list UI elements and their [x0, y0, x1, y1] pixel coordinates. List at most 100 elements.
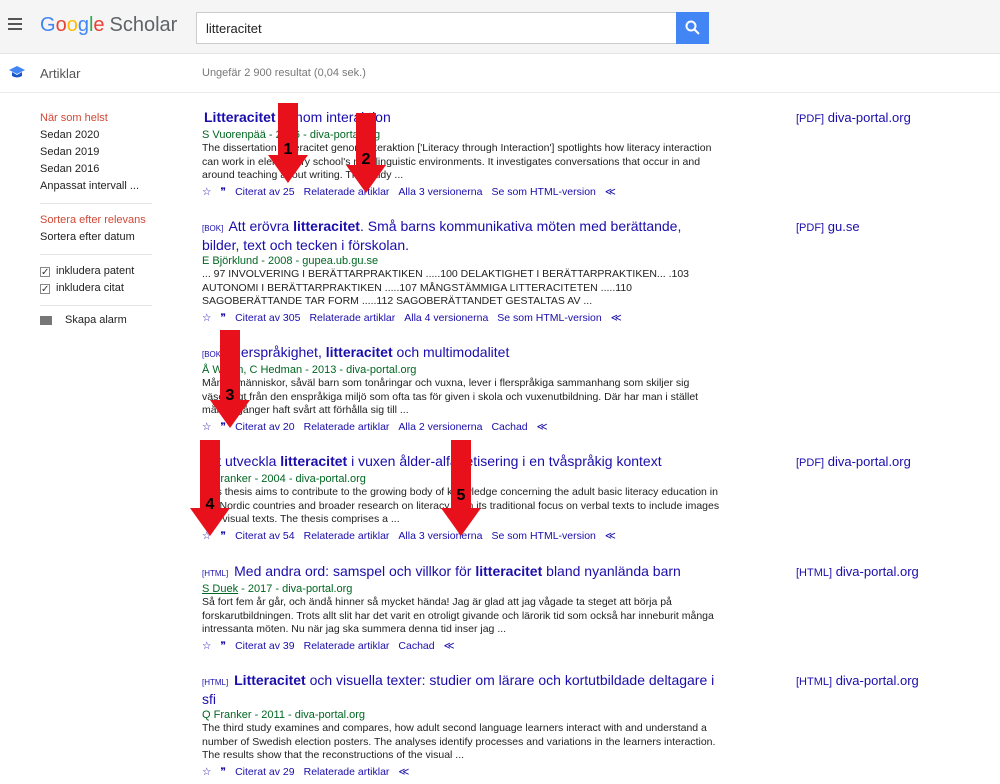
title-text: Flerspråkighet, [229, 344, 326, 360]
section-label[interactable]: Artiklar [40, 66, 80, 81]
cached-link[interactable]: Cachad [398, 640, 434, 652]
result-snippet: Så fort fem år går, och ändå hinner så m… [202, 596, 714, 635]
google-scholar-logo[interactable]: Google Scholar [40, 14, 177, 37]
create-alert-label: Skapa alarm [65, 314, 127, 326]
more-icon[interactable]: ≪ [398, 766, 409, 778]
html-version-link[interactable]: Se som HTML-version [497, 312, 601, 324]
cited-by-link[interactable]: Citerat av 54 [235, 530, 295, 542]
title-keyword: litteracitet [293, 218, 360, 234]
result-title[interactable]: [BOK] Flerspråkighet, litteracitet och m… [202, 344, 722, 363]
sort-by-relevance[interactable]: Sortera efter relevans [40, 212, 170, 229]
menu-icon[interactable] [8, 18, 22, 30]
result-authors: Q Franker - 2011 - diva-portal.org [202, 708, 722, 722]
related-articles-link[interactable]: Relaterade artiklar [304, 421, 390, 433]
checkbox-icon [40, 281, 50, 298]
logo-letter: o [66, 14, 78, 36]
star-icon[interactable]: ☆ [202, 640, 211, 652]
cited-by-link[interactable]: Citerat av 29 [235, 766, 295, 778]
full-text-source: diva-portal.org [835, 673, 919, 688]
star-icon[interactable]: ☆ [202, 186, 211, 198]
all-versions-link[interactable]: Alla 2 versionerna [398, 421, 482, 433]
html-version-link[interactable]: Se som HTML-version [491, 530, 595, 542]
graduation-cap-icon [9, 66, 25, 78]
cite-icon[interactable]: ❞ [220, 766, 226, 778]
result-title[interactable]: [HTML] Litteracitet och visuella texter:… [202, 672, 722, 708]
filter-custom-range[interactable]: Anpassat intervall ... [40, 178, 170, 195]
cited-by-link[interactable]: Citerat av 305 [235, 312, 300, 324]
search-button[interactable] [676, 12, 709, 44]
star-icon[interactable]: ☆ [202, 312, 211, 324]
html-version-link[interactable]: Se som HTML-version [491, 186, 595, 198]
full-text-source: diva-portal.org [835, 564, 919, 579]
title-keyword: litteracitet [475, 563, 543, 579]
related-articles-link[interactable]: Relaterade artiklar [304, 530, 390, 542]
related-articles-link[interactable]: Relaterade artiklar [304, 640, 390, 652]
logo-letter: e [93, 14, 105, 36]
title-keyword: litteracitet [325, 344, 393, 360]
arrow-head [346, 165, 386, 193]
title-text: Att erövra [228, 218, 294, 234]
more-icon[interactable]: ≪ [444, 640, 455, 652]
all-versions-link[interactable]: Alla 3 versionerna [398, 186, 482, 198]
filter-any-time[interactable]: När som helst [40, 110, 170, 127]
filter-since-2016[interactable]: Sedan 2016 [40, 161, 170, 178]
logo-letter: g [77, 14, 89, 36]
include-patents-checkbox[interactable]: inkludera patent [40, 263, 170, 281]
result-authors: S Duek - 2017 - diva-portal.org [202, 582, 722, 596]
full-text-source: diva-portal.org [827, 110, 911, 125]
more-icon[interactable]: ≪ [537, 421, 548, 433]
result-title[interactable]: [BOK] Att erövra litteracitet. Små barns… [202, 218, 722, 254]
title-keyword: litteracitet [280, 453, 348, 469]
more-icon[interactable]: ≪ [611, 312, 622, 324]
search-result: [BOK] Att erövra litteracitet. Små barns… [202, 218, 722, 325]
cite-icon[interactable]: ❞ [220, 186, 226, 198]
cited-by-link[interactable]: Citerat av 39 [235, 640, 295, 652]
annotation-number: 2 [361, 151, 371, 168]
related-articles-link[interactable]: Relaterade artiklar [304, 766, 390, 778]
related-articles-link[interactable]: Relaterade artiklar [309, 312, 395, 324]
author-link[interactable]: S Duek [202, 583, 238, 595]
result-title[interactable]: [HTML] Med andra ord: samspel och villko… [202, 563, 722, 582]
cite-icon[interactable]: ❞ [220, 312, 226, 324]
full-text-source: gu.se [827, 219, 860, 234]
result-actions: ☆ ❞ Citerat av 20 Relaterade artiklar Alla 2… [202, 420, 722, 434]
create-alert-button[interactable]: Skapa alarm [40, 314, 170, 326]
search-icon [685, 20, 700, 35]
search-input[interactable] [196, 12, 676, 44]
search-result: [HTML] Med andra ord: samspel och villko… [202, 563, 722, 653]
full-text-source: diva-portal.org [827, 454, 911, 469]
full-text-link[interactable]: [PDF] diva-portal.org [796, 110, 911, 125]
full-text-link[interactable]: [HTML] diva-portal.org [796, 564, 919, 579]
include-citations-checkbox[interactable]: inkludera citat [40, 280, 170, 298]
more-icon[interactable]: ≪ [605, 530, 616, 542]
cited-by-link[interactable]: Citerat av 25 [235, 186, 295, 198]
filter-sidebar: När som helst Sedan 2020 Sedan 2019 Seda… [40, 110, 170, 326]
more-icon[interactable]: ≪ [605, 186, 616, 198]
result-snippet: The third study examines and compares, h… [202, 722, 716, 761]
annotation-number: 5 [456, 487, 466, 504]
cached-link[interactable]: Cachad [491, 421, 527, 433]
file-type-tag: [HTML] [796, 676, 833, 688]
logo-letter: o [55, 14, 67, 36]
full-text-link[interactable]: [PDF] gu.se [796, 219, 860, 234]
cite-icon[interactable]: ❞ [220, 640, 226, 652]
result-count: Ungefär 2 900 resultat (0,04 sek.) [202, 67, 366, 79]
divider [40, 305, 152, 306]
full-text-link[interactable]: [PDF] diva-portal.org [796, 454, 911, 469]
file-type-tag: [PDF] [796, 457, 825, 469]
result-authors: Å Wedin, C Hedman - 2013 - diva-portal.o… [202, 363, 722, 377]
author-text: E Björklund - 2008 - gupea.ub.gu.se [202, 255, 379, 267]
all-versions-link[interactable]: Alla 4 versionerna [404, 312, 488, 324]
filter-since-2020[interactable]: Sedan 2020 [40, 127, 170, 144]
result-authors: E Björklund - 2008 - gupea.ub.gu.se [202, 254, 722, 268]
annotation-number: 4 [205, 496, 215, 513]
star-icon[interactable]: ☆ [202, 766, 211, 778]
checkbox-label: inkludera citat [56, 282, 124, 294]
filter-since-2019[interactable]: Sedan 2019 [40, 144, 170, 161]
result-actions: ☆ ❞ Citerat av 25 Relaterade artiklar Alla 3… [202, 185, 722, 199]
title-text: och multimodalitet [392, 344, 510, 360]
sort-by-date[interactable]: Sortera efter datum [40, 229, 170, 246]
logo-letter: G [40, 14, 56, 36]
full-text-link[interactable]: [HTML] diva-portal.org [796, 673, 919, 688]
annotation-number: 1 [283, 141, 293, 158]
